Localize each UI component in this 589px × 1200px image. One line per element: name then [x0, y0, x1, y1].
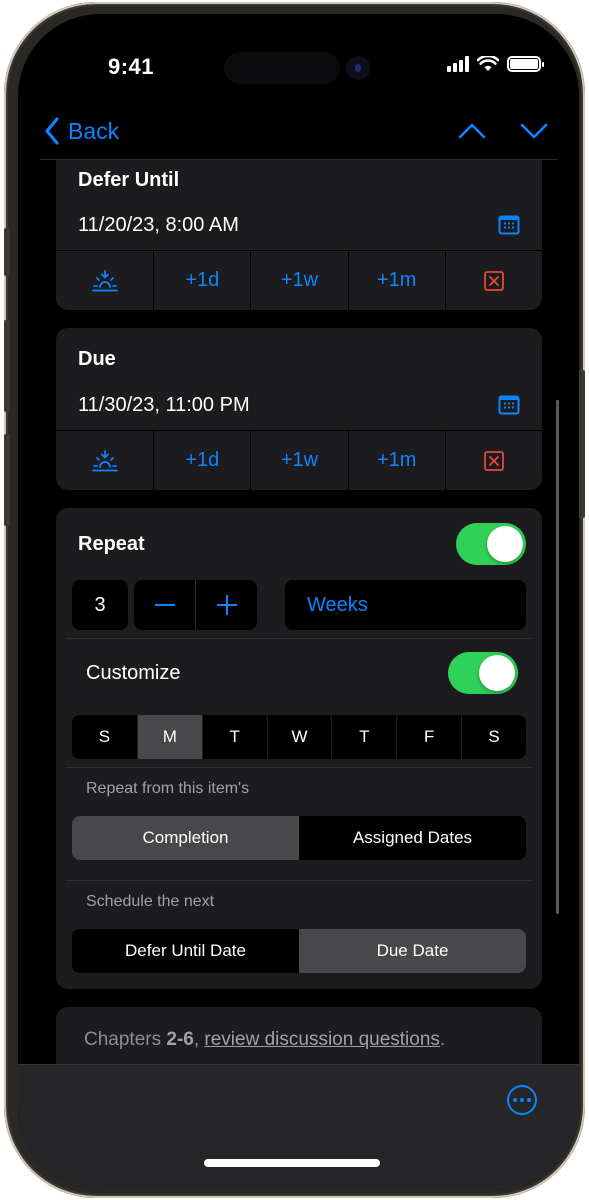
plus-icon — [216, 595, 237, 615]
due-plus-1m-button[interactable]: +1m — [347, 431, 445, 490]
inspector-content: Defer Until 11/20/23, 8:00 AM +1d +1w +1… — [56, 160, 542, 1087]
schedule-due-date[interactable]: Due Date — [299, 929, 526, 973]
day-sunday[interactable]: S — [72, 715, 137, 759]
sunrise-icon — [91, 449, 118, 471]
calendar-icon[interactable] — [498, 395, 520, 415]
defer-plus-1w-button[interactable]: +1w — [250, 251, 347, 310]
defer-until-title: Defer Until — [78, 169, 180, 191]
repeat-interval-row: 3 Weeks — [72, 580, 526, 630]
repeat-from-completion[interactable]: Completion — [72, 816, 299, 860]
repeat-toggle[interactable] — [456, 523, 526, 565]
back-label: Back — [68, 117, 120, 144]
camera-icon — [346, 56, 370, 80]
bottom-toolbar — [18, 1064, 579, 1190]
due-card: Due 11/30/23, 11:00 PM +1d +1w +1m — [56, 328, 542, 490]
defer-until-card: Defer Until 11/20/23, 8:00 AM +1d +1w +1… — [56, 160, 542, 310]
note-suffix: . — [439, 1029, 446, 1050]
defer-plus-1d-button[interactable]: +1d — [153, 251, 250, 310]
repeat-count-stepper — [134, 580, 257, 630]
repeat-card: Repeat 3 Weeks Customize S M T W T F S R… — [56, 508, 542, 989]
defer-until-row[interactable]: 11/20/23, 8:00 AM — [56, 200, 542, 250]
repeat-from-segmented: Completion Assigned Dates — [72, 816, 526, 860]
schedule-next-label: Schedule the next — [86, 893, 215, 910]
schedule-defer-until-date[interactable]: Defer Until Date — [72, 929, 299, 973]
sunrise-icon — [91, 269, 118, 291]
customize-toggle[interactable] — [448, 652, 518, 694]
item-navigation — [457, 117, 549, 145]
due-plus-1d-button[interactable]: +1d — [153, 431, 250, 490]
note-bold: 2-6 — [166, 1029, 194, 1050]
day-wednesday[interactable]: W — [266, 715, 332, 759]
action-button — [4, 228, 10, 276]
repeat-from-label: Repeat from this item's — [86, 780, 250, 797]
back-button[interactable]: Back — [44, 117, 119, 145]
battery-icon — [507, 56, 544, 72]
day-saturday[interactable]: S — [461, 715, 526, 759]
due-plus-1w-button[interactable]: +1w — [250, 431, 347, 490]
status-bar: 9:41 — [18, 14, 579, 124]
chevron-up-icon[interactable] — [457, 117, 487, 145]
chevron-down-icon[interactable] — [519, 117, 549, 145]
repeat-count-field[interactable]: 3 — [72, 580, 128, 630]
nav-bar: Back — [18, 109, 579, 160]
customize-label: Customize — [86, 661, 181, 684]
phone-frame: 9:41 Back Defer Until 11/20/23, 8:00 AM … — [4, 2, 585, 1198]
day-tuesday[interactable]: T — [201, 715, 267, 759]
wifi-icon — [477, 56, 499, 71]
status-time: 9:41 — [108, 54, 155, 79]
day-friday[interactable]: F — [396, 715, 461, 759]
repeat-row: Repeat — [72, 508, 526, 580]
defer-plus-1m-button[interactable]: +1m — [347, 251, 445, 310]
screen: 9:41 Back Defer Until 11/20/23, 8:00 AM … — [18, 14, 579, 1190]
schedule-next-segmented: Defer Until Date Due Date — [72, 929, 526, 973]
ellipsis-circle-icon[interactable] — [507, 1085, 537, 1115]
home-indicator[interactable] — [204, 1159, 380, 1167]
chevron-left-icon — [45, 117, 59, 145]
defer-until-value[interactable]: 11/20/23, 8:00 AM — [78, 214, 239, 237]
decrement-button[interactable] — [134, 580, 195, 630]
note-prefix: Chapters — [84, 1029, 167, 1050]
note-link[interactable]: review discussion questions — [204, 1029, 440, 1050]
volume-up-button — [4, 320, 10, 412]
weekday-picker: S M T W T F S — [72, 715, 526, 759]
note-sep: , — [193, 1029, 205, 1050]
scrollbar[interactable] — [556, 400, 559, 914]
repeat-unit-select[interactable]: Weeks — [285, 580, 526, 630]
increment-button[interactable] — [195, 580, 257, 630]
due-today-button[interactable] — [56, 431, 153, 490]
power-button — [579, 370, 585, 518]
repeat-label: Repeat — [78, 532, 145, 555]
status-icons — [447, 56, 544, 72]
due-row[interactable]: 11/30/23, 11:00 PM — [56, 380, 542, 430]
repeat-from-assigned-dates[interactable]: Assigned Dates — [299, 816, 526, 860]
cellular-signal-icon — [447, 56, 469, 72]
defer-today-button[interactable] — [56, 251, 153, 310]
dynamic-island — [224, 52, 340, 84]
customize-row: Customize — [72, 639, 526, 707]
clear-x-icon — [483, 450, 504, 471]
due-clear-button[interactable] — [444, 431, 542, 490]
day-monday[interactable]: M — [136, 715, 202, 759]
minus-icon — [154, 604, 175, 606]
due-quick-actions: +1d +1w +1m — [56, 430, 542, 490]
day-thursday[interactable]: T — [331, 715, 396, 759]
calendar-icon[interactable] — [498, 215, 520, 235]
due-value[interactable]: 11/30/23, 11:00 PM — [78, 394, 250, 417]
defer-clear-button[interactable] — [444, 251, 542, 310]
due-title: Due — [78, 348, 116, 370]
defer-quick-actions: +1d +1w +1m — [56, 250, 542, 310]
clear-x-icon — [483, 270, 504, 291]
volume-down-button — [4, 434, 10, 526]
